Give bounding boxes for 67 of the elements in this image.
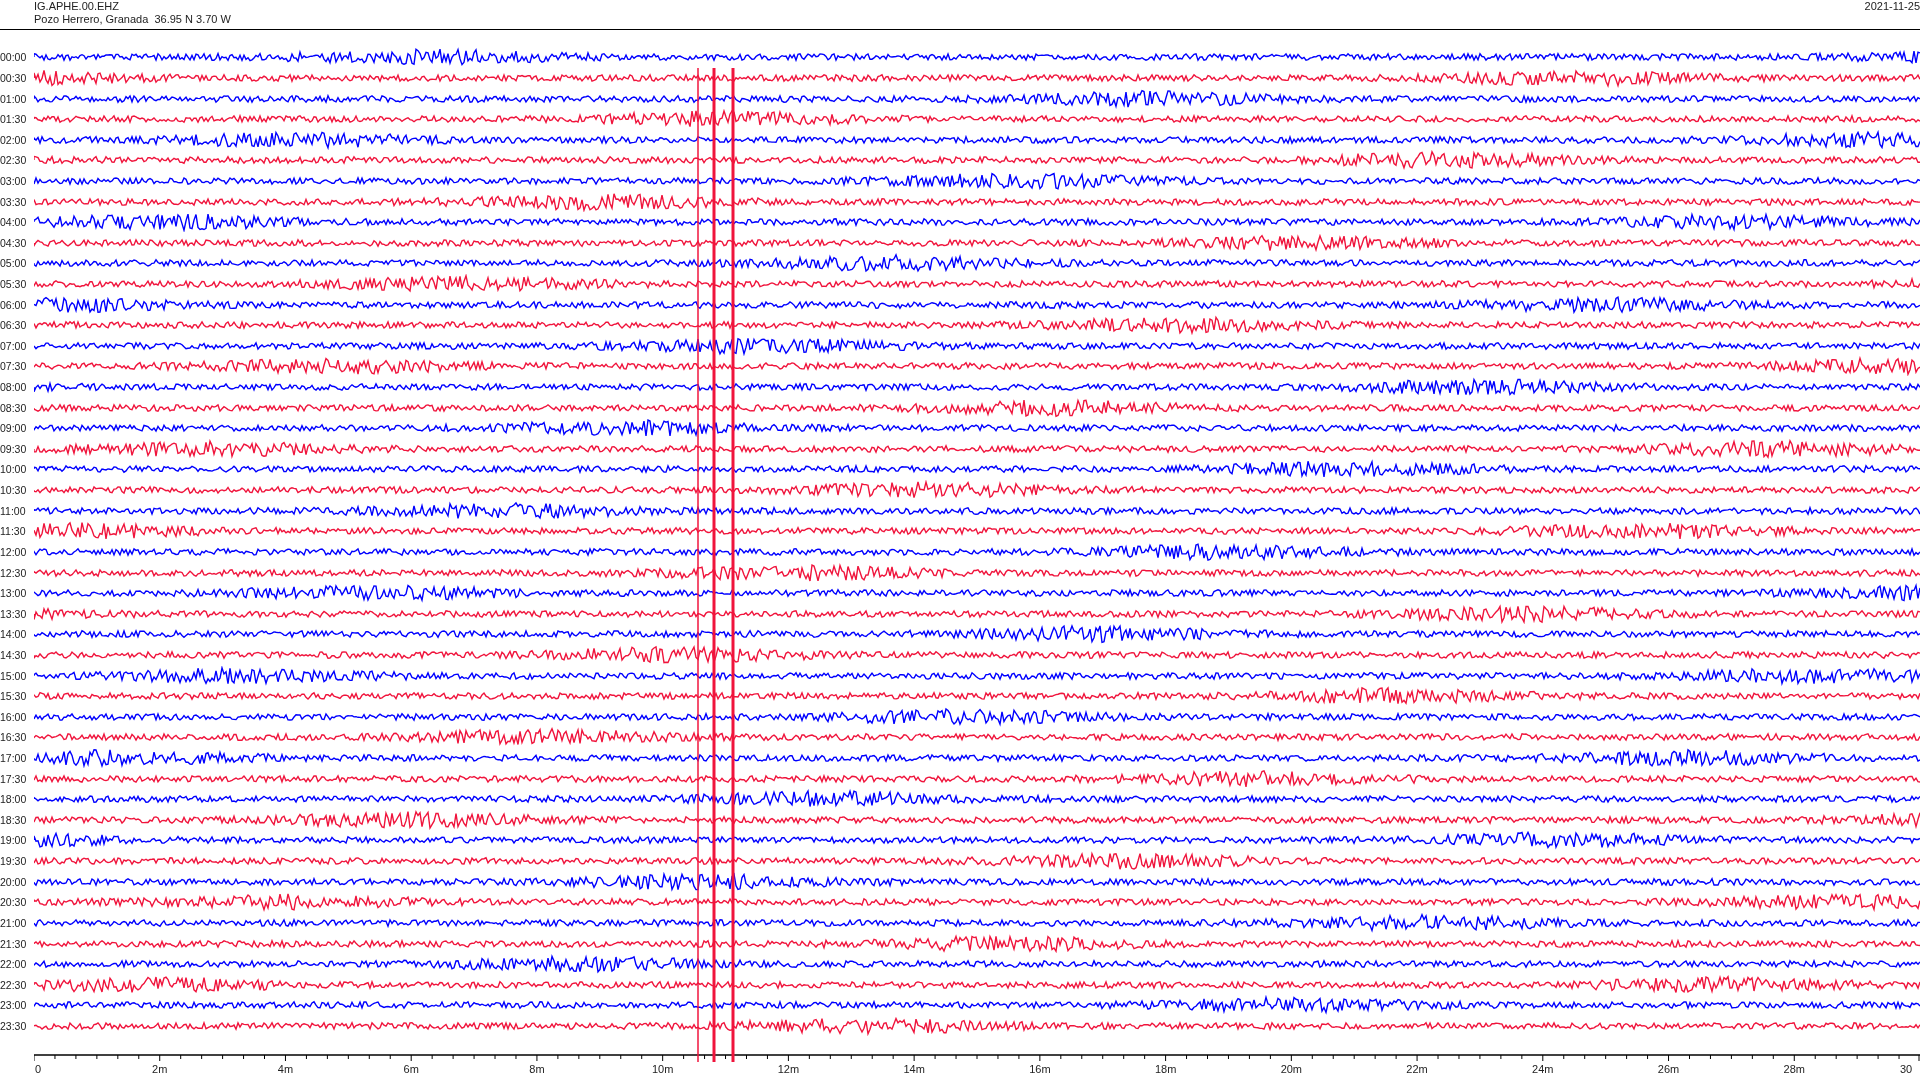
time-label: 03:30 [0, 195, 28, 208]
time-label: 17:00 [0, 752, 28, 764]
time-label: 21:00 [0, 916, 28, 929]
time-label: 01:00 [0, 92, 28, 105]
time-label: 14:00 [0, 628, 28, 641]
time-label: 13:30 [0, 607, 28, 620]
time-label: 05:30 [0, 278, 28, 290]
time-label: 06:30 [0, 319, 28, 332]
time-label: 16:00 [0, 710, 28, 723]
time-label: 08:00 [0, 381, 28, 394]
time-label: 12:30 [0, 566, 28, 579]
axis-tick-label: 20m [1280, 1063, 1303, 1075]
axis-tick-label: 6m [403, 1063, 419, 1075]
date-label: 2021-11-25 [1864, 0, 1920, 14]
time-label: 01:30 [0, 113, 28, 126]
time-label: 14:30 [0, 648, 28, 661]
axis-tick-label: 28m [1783, 1063, 1805, 1075]
time-label: 16:30 [0, 731, 28, 744]
time-label: 18:00 [0, 793, 28, 806]
time-label: 18:30 [0, 813, 28, 826]
time-label: 02:00 [0, 133, 28, 146]
time-label: 11:30 [0, 525, 27, 538]
time-label: 23:00 [0, 999, 28, 1012]
time-label: 17:30 [0, 772, 28, 785]
axis-tick-label: 2m [152, 1063, 168, 1075]
axis-tick-label: 14m [903, 1063, 925, 1075]
time-label: 15:00 [0, 669, 28, 682]
time-label: 08:30 [0, 401, 28, 414]
time-label: 15:30 [0, 690, 28, 703]
axis-tick-label: 24m [1532, 1063, 1554, 1075]
time-label: 04:30 [0, 236, 28, 249]
time-label: 19:30 [0, 855, 28, 868]
time-label: 23:30 [0, 1019, 28, 1032]
time-label: 09:30 [0, 442, 28, 455]
station-location: Pozo Herrero, Granada 36.95 N 3.70 W [34, 13, 231, 26]
axis-tick-label: 12m [777, 1063, 800, 1075]
axis-tick-label: 30 [1899, 1063, 1913, 1075]
axis-tick-label: 10m [651, 1063, 674, 1075]
axis-tick-label: 4m [277, 1063, 294, 1075]
time-label: 04:00 [0, 216, 28, 229]
time-label: 09:00 [0, 422, 28, 435]
time-label: 07:00 [0, 339, 28, 352]
time-label: 13:00 [0, 587, 28, 600]
time-label: 20:30 [0, 896, 28, 909]
time-label: 00:30 [0, 71, 28, 84]
time-label: 12:00 [0, 545, 28, 558]
axis-tick-label: 22m [1406, 1063, 1428, 1075]
axis-tick-label: 8m [529, 1063, 545, 1075]
axis-tick-label: 0 [34, 1063, 42, 1075]
time-label: 20:00 [0, 875, 28, 888]
time-label: 03:00 [0, 174, 28, 187]
time-label: 10:00 [0, 463, 28, 476]
time-label: 07:30 [0, 360, 28, 373]
time-label: 00:00 [0, 51, 28, 64]
time-label: 05:00 [0, 257, 28, 270]
time-label: 21:30 [0, 937, 28, 950]
axis-tick-label: 16m [1029, 1063, 1051, 1075]
time-label: 11:00 [0, 504, 27, 517]
time-label: 02:30 [0, 154, 28, 167]
station-code: IG.APHE.00.EHZ [34, 0, 120, 13]
axis-tick-label: 18m [1154, 1063, 1177, 1075]
time-label: 10:30 [0, 484, 28, 497]
time-label: 19:00 [0, 834, 28, 847]
time-label: 06:00 [0, 298, 28, 311]
axis-tick-label: 26m [1657, 1063, 1680, 1075]
time-label: 22:30 [0, 978, 28, 991]
time-label: 22:00 [0, 958, 28, 971]
